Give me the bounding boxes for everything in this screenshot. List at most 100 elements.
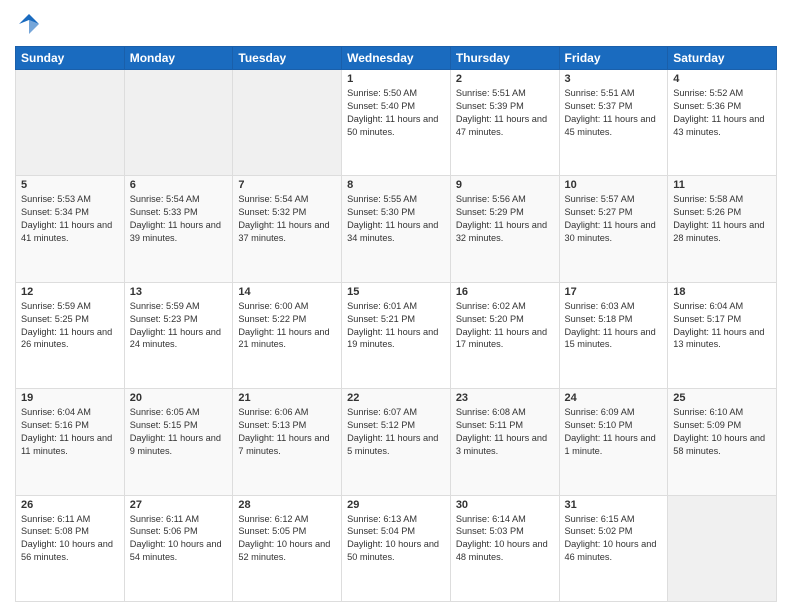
calendar-cell [668,495,777,601]
calendar-cell: 4 Sunrise: 5:52 AM Sunset: 5:36 PM Daylig… [668,70,777,176]
page: SundayMondayTuesdayWednesdayThursdayFrid… [0,0,792,612]
weekday-header-sunday: Sunday [16,47,125,70]
calendar-cell: 26 Sunrise: 6:11 AM Sunset: 5:08 PM Dayli… [16,495,125,601]
day-number: 3 [565,73,663,85]
day-info: Sunrise: 5:51 AM Sunset: 5:37 PM Dayligh… [565,87,663,139]
calendar-week-5: 26 Sunrise: 6:11 AM Sunset: 5:08 PM Dayli… [16,495,777,601]
calendar-cell: 31 Sunrise: 6:15 AM Sunset: 5:02 PM Dayli… [559,495,668,601]
calendar-week-1: 1 Sunrise: 5:50 AM Sunset: 5:40 PM Daylig… [16,70,777,176]
day-number: 7 [238,179,336,191]
calendar-cell: 9 Sunrise: 5:56 AM Sunset: 5:29 PM Daylig… [450,176,559,282]
day-info: Sunrise: 6:11 AM Sunset: 5:06 PM Dayligh… [130,513,228,565]
calendar-cell [124,70,233,176]
day-number: 18 [673,286,771,298]
calendar-cell: 3 Sunrise: 5:51 AM Sunset: 5:37 PM Daylig… [559,70,668,176]
day-info: Sunrise: 6:09 AM Sunset: 5:10 PM Dayligh… [565,406,663,458]
weekday-header-friday: Friday [559,47,668,70]
calendar-cell: 18 Sunrise: 6:04 AM Sunset: 5:17 PM Dayli… [668,282,777,388]
day-info: Sunrise: 6:04 AM Sunset: 5:16 PM Dayligh… [21,406,119,458]
calendar-cell: 7Sunrise: 5:54 AM Sunset: 5:32 PM Daylig… [233,176,342,282]
day-number: 30 [456,499,554,511]
day-info: Sunrise: 6:05 AM Sunset: 5:15 PM Dayligh… [130,406,228,458]
day-number: 9 [456,179,554,191]
day-info: Sunrise: 6:03 AM Sunset: 5:18 PM Dayligh… [565,300,663,352]
weekday-header-saturday: Saturday [668,47,777,70]
day-number: 12 [21,286,119,298]
calendar-cell: 5 Sunrise: 5:53 AM Sunset: 5:34 PM Daylig… [16,176,125,282]
day-info: Sunrise: 6:12 AM Sunset: 5:05 PM Dayligh… [238,513,336,565]
day-info: Sunrise: 6:04 AM Sunset: 5:17 PM Dayligh… [673,300,771,352]
calendar-cell: 23 Sunrise: 6:08 AM Sunset: 5:11 PM Dayli… [450,389,559,495]
calendar-cell: 13 Sunrise: 5:59 AM Sunset: 5:23 PM Dayli… [124,282,233,388]
day-number: 19 [21,392,119,404]
day-number: 2 [456,73,554,85]
day-number: 14 [238,286,336,298]
weekday-header-wednesday: Wednesday [342,47,451,70]
day-number: 4 [673,73,771,85]
day-info: Sunrise: 5:53 AM Sunset: 5:34 PM Dayligh… [21,193,119,245]
day-number: 13 [130,286,228,298]
day-number: 17 [565,286,663,298]
day-number: 24 [565,392,663,404]
calendar-cell: 12 Sunrise: 5:59 AM Sunset: 5:25 PM Dayli… [16,282,125,388]
calendar-cell: 10 Sunrise: 5:57 AM Sunset: 5:27 PM Dayli… [559,176,668,282]
calendar-cell: 30 Sunrise: 6:14 AM Sunset: 5:03 PM Dayli… [450,495,559,601]
day-info: Sunrise: 6:06 AM Sunset: 5:13 PM Dayligh… [238,406,336,458]
day-number: 26 [21,499,119,511]
calendar-cell: 1 Sunrise: 5:50 AM Sunset: 5:40 PM Daylig… [342,70,451,176]
day-number: 28 [238,499,336,511]
day-number: 6 [130,179,228,191]
day-number: 11 [673,179,771,191]
day-info: Sunrise: 5:51 AM Sunset: 5:39 PM Dayligh… [456,87,554,139]
calendar-week-2: 5 Sunrise: 5:53 AM Sunset: 5:34 PM Daylig… [16,176,777,282]
day-number: 8 [347,179,445,191]
calendar-body: 1 Sunrise: 5:50 AM Sunset: 5:40 PM Daylig… [16,70,777,602]
calendar-week-4: 19 Sunrise: 6:04 AM Sunset: 5:16 PM Dayli… [16,389,777,495]
calendar-cell: 22Sunrise: 6:07 AM Sunset: 5:12 PM Dayli… [342,389,451,495]
day-number: 10 [565,179,663,191]
calendar-cell: 6 Sunrise: 5:54 AM Sunset: 5:33 PM Daylig… [124,176,233,282]
day-info: Sunrise: 6:00 AM Sunset: 5:22 PM Dayligh… [238,300,336,352]
day-info: Sunrise: 6:15 AM Sunset: 5:02 PM Dayligh… [565,513,663,565]
day-number: 29 [347,499,445,511]
day-number: 5 [21,179,119,191]
day-info: Sunrise: 5:55 AM Sunset: 5:30 PM Dayligh… [347,193,445,245]
weekday-header-monday: Monday [124,47,233,70]
day-info: Sunrise: 6:14 AM Sunset: 5:03 PM Dayligh… [456,513,554,565]
logo [15,10,47,38]
header [15,10,777,38]
weekday-header-tuesday: Tuesday [233,47,342,70]
day-info: Sunrise: 5:59 AM Sunset: 5:25 PM Dayligh… [21,300,119,352]
day-info: Sunrise: 6:13 AM Sunset: 5:04 PM Dayligh… [347,513,445,565]
day-info: Sunrise: 5:56 AM Sunset: 5:29 PM Dayligh… [456,193,554,245]
day-number: 21 [238,392,336,404]
day-info: Sunrise: 6:11 AM Sunset: 5:08 PM Dayligh… [21,513,119,565]
calendar-cell: 28 Sunrise: 6:12 AM Sunset: 5:05 PM Dayli… [233,495,342,601]
calendar-cell [233,70,342,176]
logo-icon [15,10,43,38]
calendar-cell: 21 Sunrise: 6:06 AM Sunset: 5:13 PM Dayli… [233,389,342,495]
calendar-cell: 15Sunrise: 6:01 AM Sunset: 5:21 PM Dayli… [342,282,451,388]
day-number: 31 [565,499,663,511]
day-number: 16 [456,286,554,298]
weekday-row: SundayMondayTuesdayWednesdayThursdayFrid… [16,47,777,70]
calendar-cell: 17 Sunrise: 6:03 AM Sunset: 5:18 PM Dayli… [559,282,668,388]
day-info: Sunrise: 5:50 AM Sunset: 5:40 PM Dayligh… [347,87,445,139]
day-info: Sunrise: 5:54 AM Sunset: 5:33 PM Dayligh… [130,193,228,245]
day-info: Sunrise: 5:59 AM Sunset: 5:23 PM Dayligh… [130,300,228,352]
day-info: Sunrise: 6:08 AM Sunset: 5:11 PM Dayligh… [456,406,554,458]
day-number: 20 [130,392,228,404]
calendar-cell: 14 Sunrise: 6:00 AM Sunset: 5:22 PM Dayli… [233,282,342,388]
day-number: 27 [130,499,228,511]
day-info: Sunrise: 6:10 AM Sunset: 5:09 PM Dayligh… [673,406,771,458]
calendar-cell: 29 Sunrise: 6:13 AM Sunset: 5:04 PM Dayli… [342,495,451,601]
day-number: 1 [347,73,445,85]
calendar-cell: 8 Sunrise: 5:55 AM Sunset: 5:30 PM Daylig… [342,176,451,282]
day-info: Sunrise: 5:52 AM Sunset: 5:36 PM Dayligh… [673,87,771,139]
day-info: Sunrise: 6:01 AM Sunset: 5:21 PM Dayligh… [347,300,445,352]
calendar-cell: 27 Sunrise: 6:11 AM Sunset: 5:06 PM Dayli… [124,495,233,601]
day-info: Sunrise: 5:58 AM Sunset: 5:26 PM Dayligh… [673,193,771,245]
calendar-cell: 16Sunrise: 6:02 AM Sunset: 5:20 PM Dayli… [450,282,559,388]
day-info: Sunrise: 5:57 AM Sunset: 5:27 PM Dayligh… [565,193,663,245]
day-number: 23 [456,392,554,404]
